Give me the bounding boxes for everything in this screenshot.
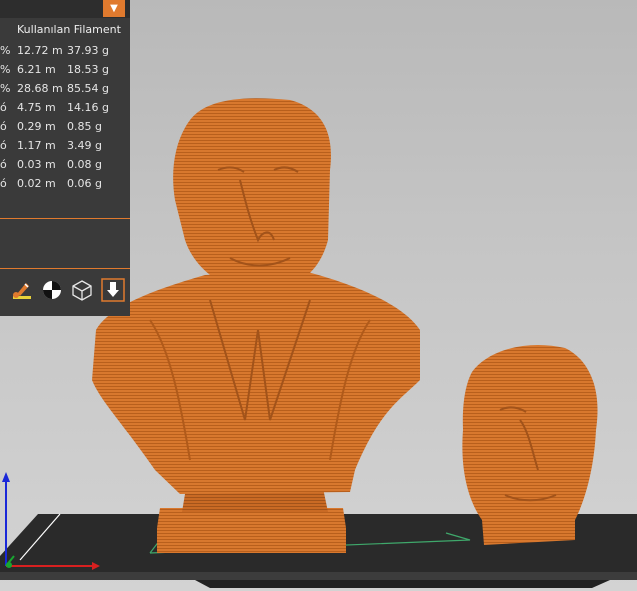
row-percent: % [0,82,11,95]
row-length: 4.75 m [17,101,56,114]
export-gcode-button[interactable] [100,276,126,304]
filament-row: % 28.68 m 85.54 g [0,82,130,98]
panel-divider [0,218,130,219]
row-percent: ó [0,158,7,171]
head-model-small[interactable] [462,345,598,545]
filament-row: % 6.21 m 18.53 g [0,63,130,79]
seam-painting-button[interactable] [39,276,65,304]
row-weight: 0.08 g [67,158,102,171]
wireframe-view-button[interactable] [69,276,95,304]
row-percent: ó [0,139,7,152]
row-length: 0.29 m [17,120,56,133]
filament-row: ó 1.17 m 3.49 g [0,139,130,155]
row-length: 0.03 m [17,158,56,171]
row-percent: ó [0,120,7,133]
view-toolbar [0,276,130,308]
filament-stats-panel: ▼ Kullanılan Filament % 12.72 m 37.93 g … [0,0,130,316]
paint-brush-button[interactable] [9,276,35,304]
row-percent: ó [0,101,7,114]
row-weight: 3.49 g [67,139,102,152]
row-weight: 0.06 g [67,177,102,190]
filament-row: ó 0.02 m 0.06 g [0,177,130,193]
row-weight: 85.54 g [67,82,109,95]
wireframe-cube-icon [72,280,92,301]
row-length: 6.21 m [17,63,56,76]
filament-row: ó 4.75 m 14.16 g [0,101,130,117]
filament-row: ó 0.03 m 0.08 g [0,158,130,174]
dropdown-button[interactable]: ▼ [103,0,125,17]
row-weight: 0.85 g [67,120,102,133]
seam-circle-icon [43,281,61,299]
row-weight: 18.53 g [67,63,109,76]
paint-brush-icon [13,283,31,299]
row-length: 12.72 m [17,44,63,57]
row-length: 28.68 m [17,82,63,95]
row-length: 0.02 m [17,177,56,190]
row-weight: 37.93 g [67,44,109,57]
triangle-down-icon: ▼ [110,3,118,14]
row-percent: % [0,63,11,76]
filament-used-header: Kullanılan Filament [17,23,121,36]
panel-divider [0,268,130,269]
row-weight: 14.16 g [67,101,109,114]
filament-row: % 12.72 m 37.93 g [0,44,130,60]
row-percent: % [0,44,11,57]
filament-row: ó 0.29 m 0.85 g [0,120,130,136]
row-length: 1.17 m [17,139,56,152]
row-percent: ó [0,177,7,190]
bust-model-large[interactable] [92,98,420,553]
export-download-icon [101,278,125,302]
